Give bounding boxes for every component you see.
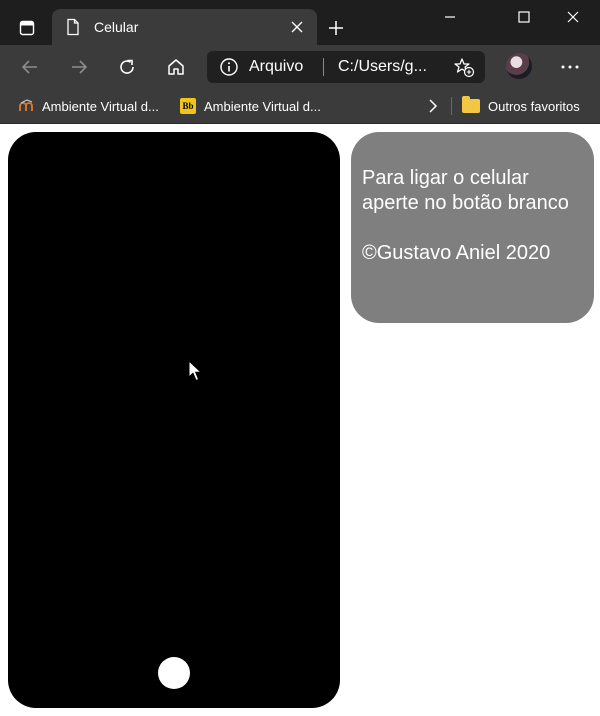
new-tab-button[interactable] [322, 14, 350, 42]
tab-title: Celular [94, 19, 139, 35]
address-url[interactable]: C:/Users/g... [338, 58, 427, 76]
title-bar: Celular [0, 0, 600, 45]
phone-home-button[interactable] [158, 657, 190, 689]
chevron-right-icon[interactable] [425, 97, 441, 115]
ellipsis-icon [561, 65, 579, 69]
address-scheme-label: Arquivo [249, 58, 304, 75]
star-plus-icon[interactable] [453, 56, 475, 78]
settings-more-button[interactable] [555, 52, 585, 82]
moodle-icon [18, 98, 34, 114]
maximize-icon [518, 11, 530, 23]
home-icon [168, 59, 184, 75]
favorite-label: Ambiente Virtual d... [42, 98, 159, 114]
home-button[interactable] [159, 51, 193, 83]
window-close-button[interactable] [548, 0, 598, 34]
address-divider [323, 58, 324, 76]
phone-screen [8, 132, 340, 708]
blackboard-icon: Bb [180, 98, 196, 114]
tab-actions-button[interactable] [8, 10, 46, 46]
back-button[interactable] [13, 51, 47, 83]
other-favorites-folder[interactable]: Outros favoritos [462, 95, 580, 117]
minimize-button[interactable] [425, 0, 475, 34]
favorites-divider [451, 97, 452, 115]
info-text: Para ligar o celular aperte no botão bra… [362, 167, 569, 214]
mouse-cursor-icon [188, 360, 203, 382]
close-icon [567, 11, 579, 23]
forward-button[interactable] [62, 51, 96, 83]
other-favorites-label: Outros favoritos [488, 98, 580, 114]
tab-actions-icon [19, 20, 35, 36]
favorite-item[interactable]: Bb Ambiente Virtual d... [180, 95, 321, 117]
copyright-text: ©Gustavo Aniel 2020 [362, 242, 551, 264]
plus-icon [329, 21, 343, 35]
document-icon [67, 18, 79, 36]
info-box: Para ligar o celular aperte no botão bra… [351, 132, 594, 323]
address-bar[interactable]: Arquivo C:/Users/g... [207, 51, 485, 83]
maximize-button[interactable] [499, 0, 549, 34]
arrow-right-icon [72, 60, 88, 74]
close-icon [291, 21, 303, 33]
minimize-icon [445, 16, 455, 18]
favorite-label: Ambiente Virtual d... [204, 98, 321, 114]
info-icon[interactable] [219, 57, 239, 77]
tab-close-button[interactable] [287, 17, 307, 37]
tab-celular[interactable]: Celular [52, 9, 317, 45]
page-content: Para ligar o celular aperte no botão bra… [0, 125, 600, 716]
folder-icon [462, 96, 480, 113]
favorite-item[interactable]: Ambiente Virtual d... [18, 95, 159, 117]
profile-avatar[interactable] [506, 53, 532, 79]
arrow-left-icon [21, 60, 37, 74]
reload-icon [120, 59, 134, 74]
reload-button[interactable] [110, 51, 144, 83]
favorites-bar: Ambiente Virtual d... Bb Ambiente Virtua… [0, 89, 600, 124]
